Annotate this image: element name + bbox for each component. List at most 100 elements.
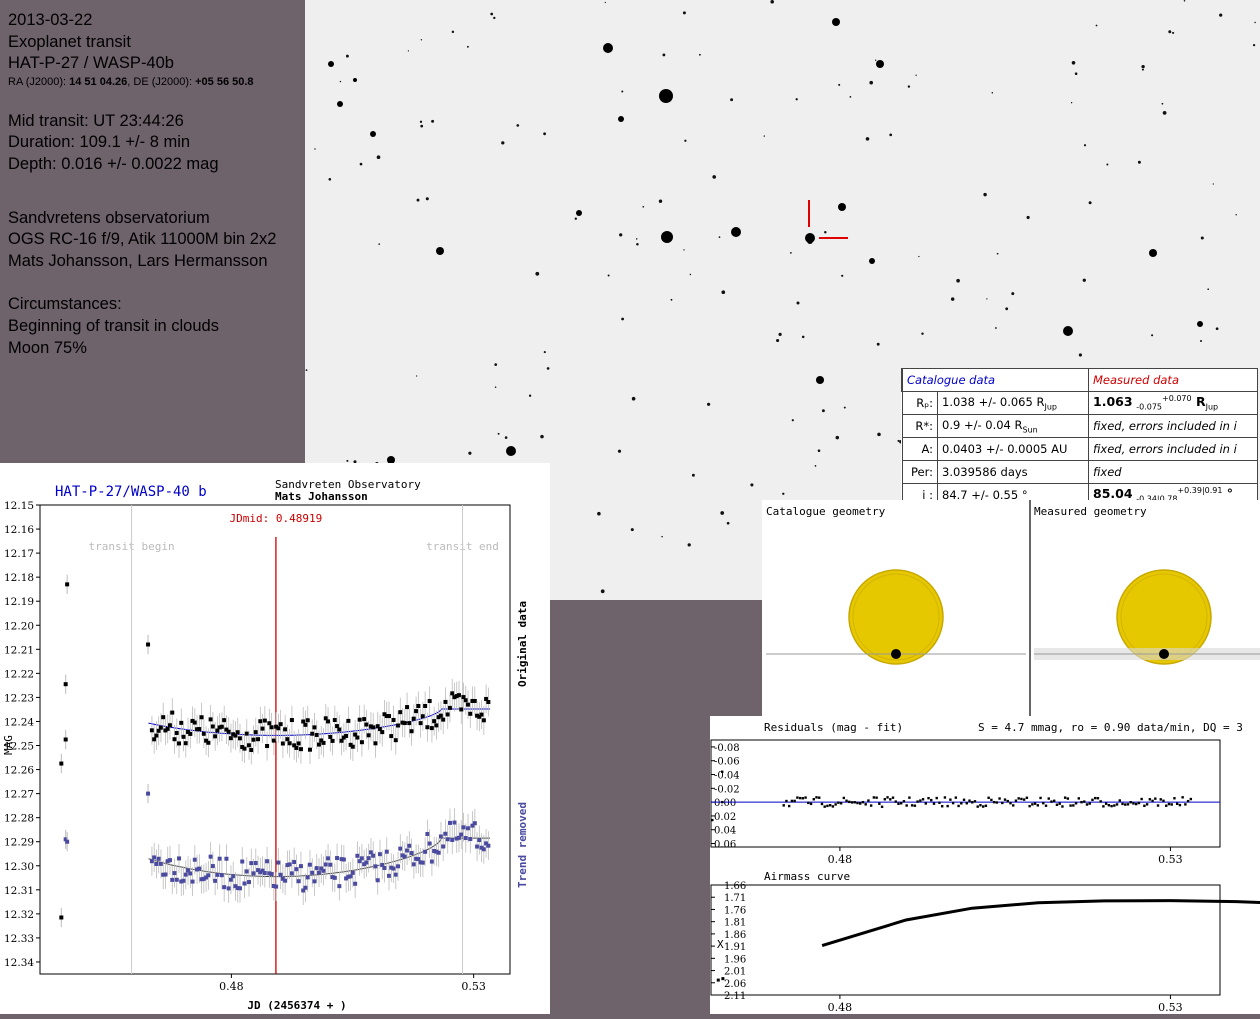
data-point <box>341 857 346 862</box>
y-tick-label: 2.11 <box>724 991 746 1002</box>
residual-point <box>787 804 791 808</box>
star <box>490 12 494 16</box>
star <box>494 386 497 388</box>
data-point <box>228 877 233 882</box>
data-point <box>278 872 283 877</box>
residual-point <box>900 802 903 805</box>
residual-point <box>798 796 802 800</box>
data-point <box>146 791 151 796</box>
star <box>1082 278 1086 282</box>
data-point <box>181 734 186 739</box>
y-tick-label: 0.04 <box>714 826 736 837</box>
row-catalogue: 0.0403 +/- 0.0005 AU <box>937 437 1089 461</box>
residual-point <box>818 796 821 799</box>
data-point <box>190 879 195 884</box>
data-point <box>210 864 215 869</box>
star <box>546 367 550 370</box>
data-point <box>396 723 401 728</box>
data-point <box>174 877 179 882</box>
residuals-chart: Residuals (mag - fit) S = 4.7 mmag, ro =… <box>710 721 1243 866</box>
residual-point <box>987 796 990 799</box>
star <box>832 18 840 26</box>
data-point <box>382 865 387 870</box>
data-point <box>253 730 258 735</box>
star <box>528 394 532 397</box>
star <box>684 139 687 142</box>
coordinates: RA (J2000): 14 51 04.26, DE (J2000): +05… <box>8 75 254 88</box>
depth: Depth: 0.016 +/- 0.0022 mag <box>8 154 219 173</box>
star <box>659 89 673 103</box>
residual-point <box>998 797 1001 800</box>
y-tick-label: 1.81 <box>724 918 746 929</box>
y-tick-label: 12.25 <box>4 741 34 753</box>
data-point <box>267 721 272 726</box>
y-tick-label: 1.96 <box>724 954 746 965</box>
star <box>416 198 420 202</box>
star <box>621 317 624 321</box>
data-point <box>228 736 233 741</box>
data-point <box>375 878 380 883</box>
data-point <box>149 728 154 733</box>
airmass-title: Airmass curve <box>764 871 850 883</box>
star <box>706 402 711 406</box>
data-point <box>237 886 242 891</box>
residual-point <box>1156 804 1160 807</box>
star <box>770 0 774 4</box>
data-point <box>296 741 301 746</box>
data-point <box>425 832 430 837</box>
data-point <box>463 698 468 703</box>
star <box>876 342 880 346</box>
data-point <box>423 703 428 708</box>
residual-point <box>1014 799 1018 802</box>
data-point <box>443 831 448 836</box>
star <box>720 511 725 515</box>
data-point <box>283 878 288 883</box>
star <box>670 298 673 301</box>
data-point <box>321 740 326 745</box>
data-point <box>174 730 179 735</box>
residual-point <box>1137 801 1141 805</box>
star <box>816 376 824 384</box>
star <box>712 175 717 179</box>
data-point <box>152 855 157 860</box>
star <box>420 39 423 41</box>
y-tick-label: 12.18 <box>4 572 34 584</box>
residual-point <box>1063 796 1067 799</box>
residual-point <box>1091 798 1094 802</box>
residual-point <box>908 796 911 799</box>
data-point <box>265 744 270 749</box>
star <box>346 459 349 462</box>
star <box>994 327 997 329</box>
data-point <box>371 853 376 858</box>
data-point <box>65 839 70 844</box>
star <box>1088 201 1092 205</box>
airmass-ylabel: X <box>717 938 724 951</box>
y-tick-label: 12.16 <box>4 524 34 536</box>
data-point <box>359 740 364 745</box>
residual-point <box>1118 799 1121 802</box>
residual-point <box>831 805 835 808</box>
residual-point <box>1072 804 1075 807</box>
star <box>1070 102 1073 104</box>
residual-point <box>976 805 979 808</box>
star <box>718 236 721 238</box>
residual-point <box>921 798 925 801</box>
star <box>1215 327 1219 331</box>
data-point <box>346 718 351 723</box>
data-point <box>432 719 437 724</box>
star <box>328 61 334 67</box>
star <box>1137 160 1141 164</box>
residual-point <box>801 797 805 800</box>
measured-planet <box>1159 649 1169 659</box>
data-point <box>208 717 213 722</box>
duration: Duration: 109.1 +/- 8 min <box>8 133 191 152</box>
y-tick-label: 12.15 <box>4 500 34 512</box>
star <box>778 332 782 336</box>
jdmid-label: JDmid: 0.48919 <box>230 512 323 525</box>
residual-point <box>1121 802 1124 806</box>
y-tick-label: 12.24 <box>4 716 34 728</box>
star <box>535 271 540 276</box>
data-point <box>208 854 213 859</box>
data-point <box>172 737 177 742</box>
y-tick-label: 12.31 <box>4 885 34 897</box>
